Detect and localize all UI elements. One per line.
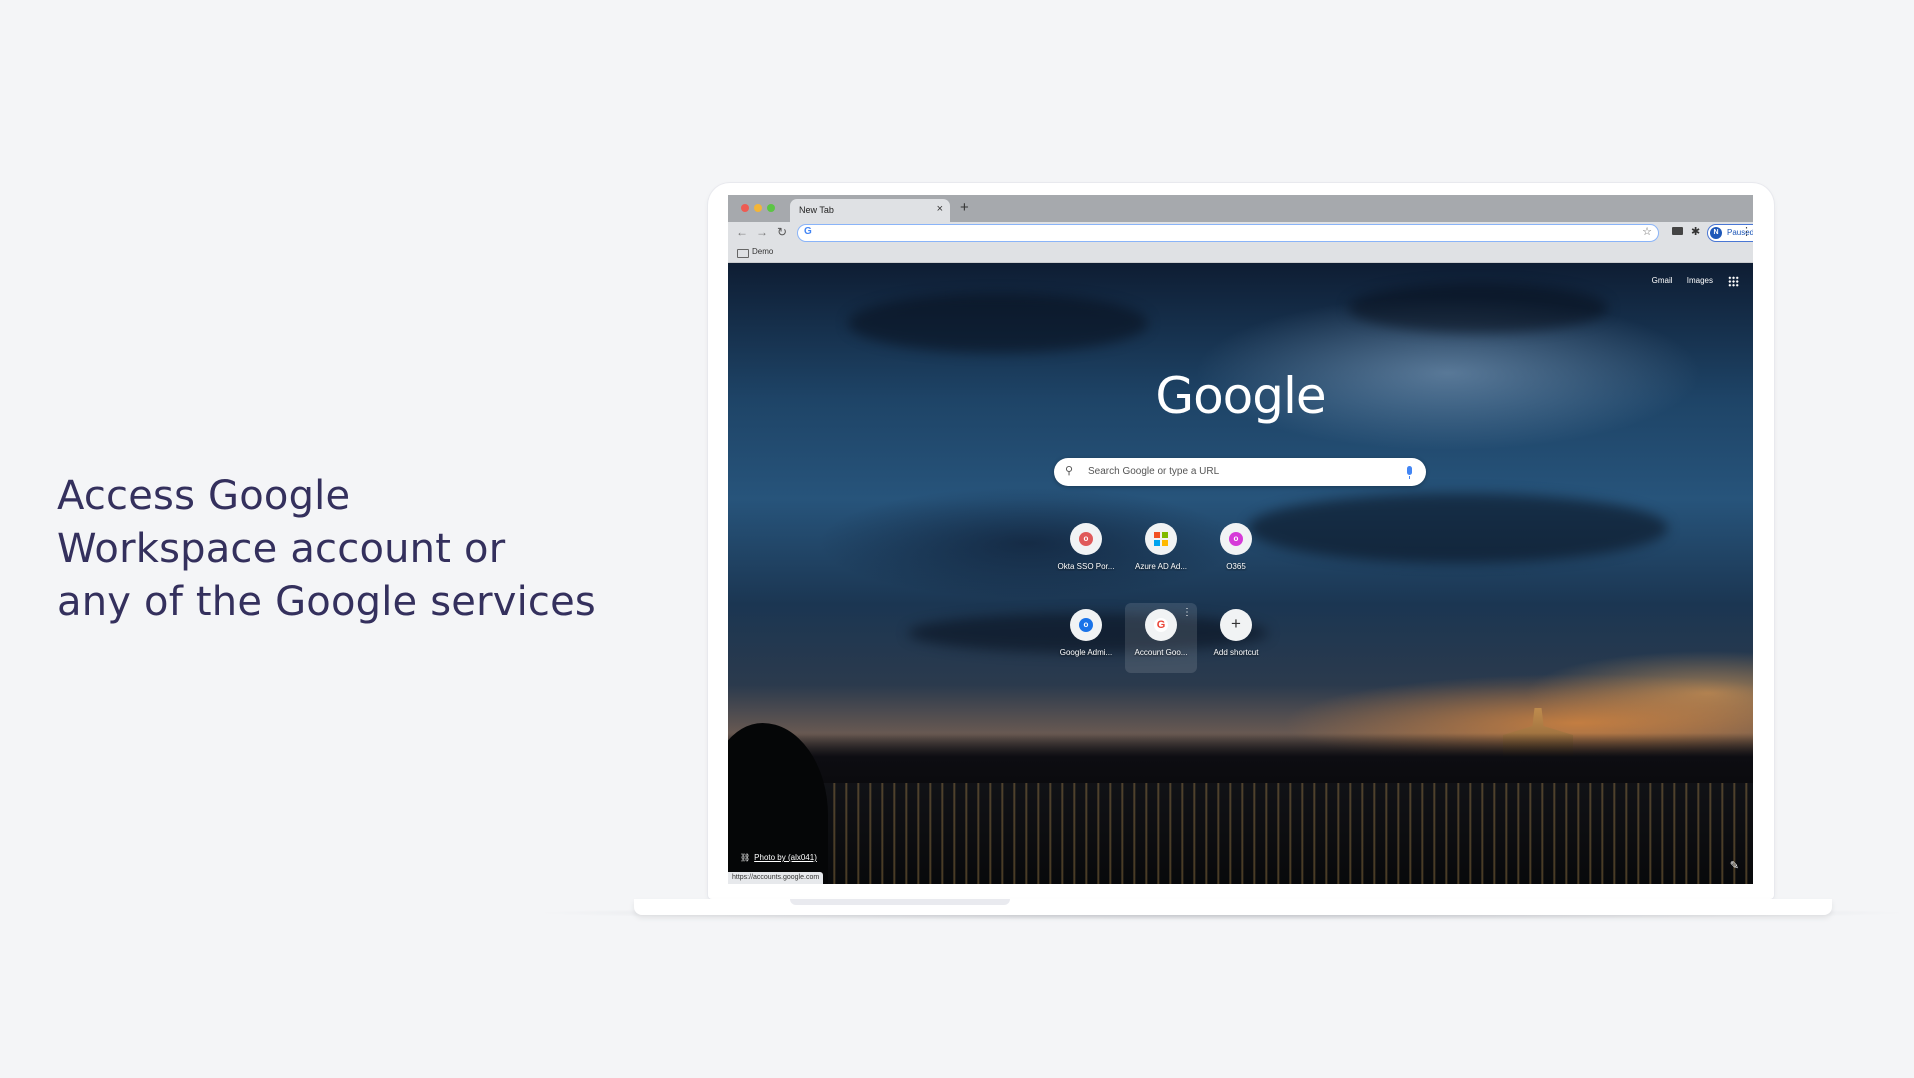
link-icon: ⛓: [740, 853, 751, 862]
background-cloud: [848, 293, 1148, 353]
background-river: [728, 783, 1753, 884]
avatar: N: [1710, 227, 1722, 239]
shortcut-icon-bg: o: [1220, 523, 1252, 555]
shortcut-icon-bg: [1145, 523, 1177, 555]
microsoft-icon: [1154, 532, 1168, 546]
extension-icon[interactable]: [1672, 227, 1683, 235]
background-cloud: [1248, 493, 1668, 563]
shortcut-label: Add shortcut: [1213, 648, 1259, 657]
shortcut-icon-bg: +: [1220, 609, 1252, 641]
background-cloud: [1348, 283, 1608, 333]
shortcut-o365[interactable]: o O365: [1200, 517, 1272, 587]
bookmark-demo[interactable]: Demo: [752, 247, 773, 256]
tab-new-tab[interactable]: New Tab ×: [790, 199, 950, 222]
search-icon: ⚲: [1065, 465, 1074, 477]
ntp-top-links: Gmail Images: [1640, 276, 1713, 285]
new-tab-page: Gmail Images Google ⚲ Search Google or t…: [728, 263, 1753, 884]
shortcut-okta[interactable]: o Okta SSO Por...: [1050, 517, 1122, 587]
plus-icon: +: [1231, 614, 1241, 633]
gmail-link[interactable]: Gmail: [1652, 276, 1673, 285]
bookmarks-bar: Demo: [728, 244, 1753, 263]
headline-line-2: Workspace account or: [57, 526, 506, 572]
okta-icon: o: [1079, 532, 1093, 546]
shortcut-label: Account Goo...: [1134, 648, 1188, 657]
photo-credit[interactable]: ⛓ Photo by (alx041): [740, 853, 817, 862]
browser-toolbar: ← → ↻ G ☆ ✱ N Paused ⋮: [728, 222, 1753, 244]
headline-line-3: any of the Google services: [57, 579, 596, 625]
search-placeholder: Search Google or type a URL: [1088, 466, 1220, 477]
headline-line-1: Access Google: [57, 473, 351, 519]
shortcut-icon-bg: o: [1070, 609, 1102, 641]
tab-title: New Tab: [799, 205, 834, 215]
google-g-icon: G: [804, 226, 812, 237]
address-bar[interactable]: G ☆: [797, 224, 1659, 242]
maximize-window-button[interactable]: [767, 204, 775, 212]
o365-icon: o: [1229, 532, 1243, 546]
minimize-window-button[interactable]: [754, 204, 762, 212]
apps-grid-icon[interactable]: [1728, 276, 1739, 287]
bookmark-star-icon[interactable]: ☆: [1642, 225, 1652, 238]
kebab-menu-icon[interactable]: ⋮: [1741, 225, 1752, 238]
photo-credit-text[interactable]: Photo by (alx041): [754, 853, 817, 862]
microphone-icon[interactable]: [1407, 466, 1412, 479]
shortcut-label: O365: [1226, 562, 1246, 571]
laptop-screen: New Tab × + ← → ↻ G ☆ ✱ N Paused ⋮ Demo: [728, 195, 1753, 884]
shortcut-google-admin[interactable]: o Google Admi...: [1050, 603, 1122, 673]
back-arrow-icon[interactable]: ←: [736, 225, 748, 239]
forward-arrow-icon[interactable]: →: [756, 225, 768, 239]
shortcut-icon-bg: G: [1145, 609, 1177, 641]
shortcut-account-google[interactable]: G ⋮ Account Goo...: [1125, 603, 1197, 673]
status-bar-url: https://accounts.google.com: [728, 872, 824, 884]
close-icon[interactable]: ×: [937, 203, 943, 215]
new-tab-button[interactable]: +: [960, 199, 969, 216]
search-input[interactable]: ⚲ Search Google or type a URL: [1054, 458, 1426, 486]
puzzle-icon[interactable]: ✱: [1691, 225, 1700, 238]
images-link[interactable]: Images: [1687, 276, 1713, 285]
reload-icon[interactable]: ↻: [777, 225, 787, 239]
laptop-notch: [790, 899, 1010, 905]
more-options-icon[interactable]: ⋮: [1182, 607, 1192, 618]
folder-icon: [737, 249, 749, 258]
shortcut-icon-bg: o: [1070, 523, 1102, 555]
shortcut-azure[interactable]: Azure AD Ad...: [1125, 517, 1197, 587]
google-admin-icon: o: [1079, 618, 1093, 632]
shortcut-label: Azure AD Ad...: [1134, 562, 1188, 571]
pencil-icon[interactable]: ✎: [1730, 859, 1739, 872]
close-window-button[interactable]: [741, 204, 749, 212]
headline: Access Google Workspace account or any o…: [57, 470, 697, 629]
tab-strip: New Tab × +: [728, 195, 1753, 222]
shortcut-label: Okta SSO Por...: [1057, 562, 1115, 571]
google-logo: Google: [1155, 367, 1326, 425]
google-g-icon: G: [1154, 618, 1168, 632]
shortcut-label: Google Admi...: [1059, 648, 1113, 657]
add-shortcut-button[interactable]: + Add shortcut: [1200, 603, 1272, 673]
